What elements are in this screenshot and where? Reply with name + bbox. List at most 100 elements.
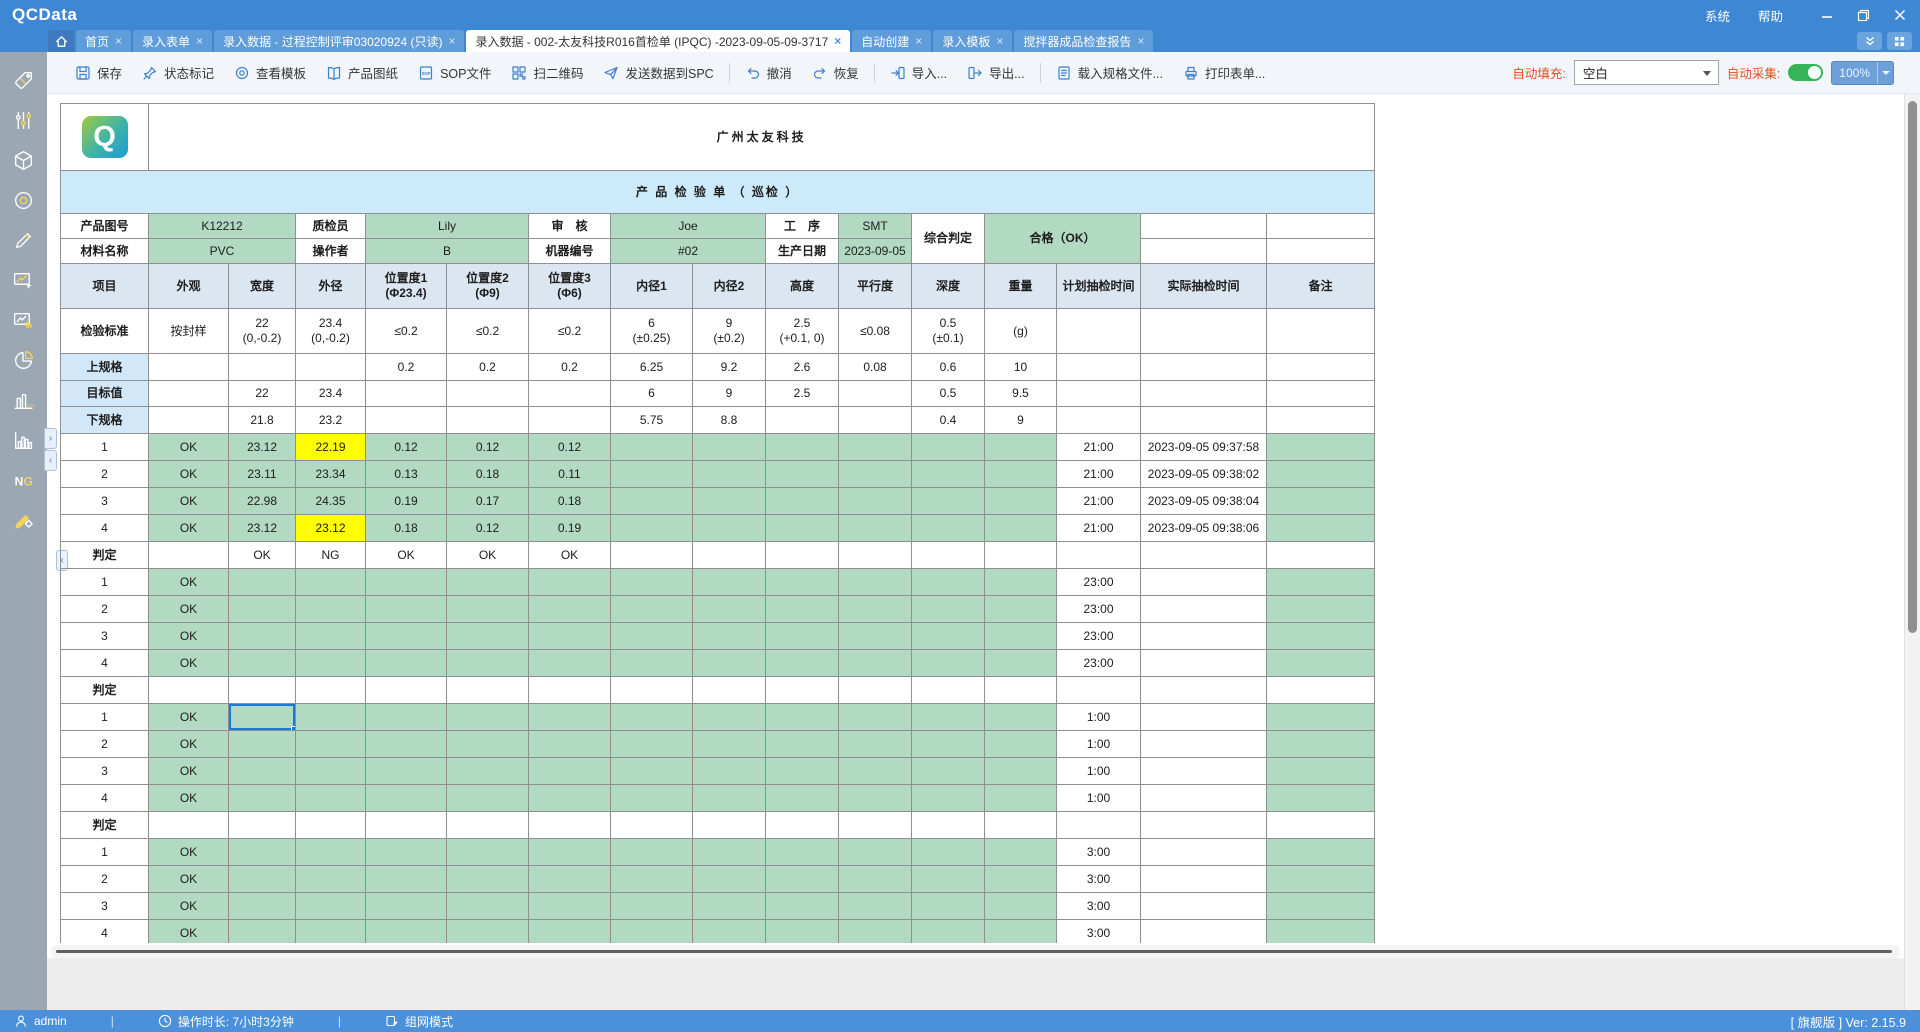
cell-b3-r1-plan-time[interactable]: 1:00 [1057, 704, 1141, 731]
cell-b1-r4-appearance[interactable]: OK [149, 515, 229, 542]
cell-b1-r2-pos2[interactable]: 0.18 [447, 461, 529, 488]
cell-b4-r2-height[interactable] [766, 866, 839, 893]
cell-b1-r1-height[interactable] [766, 434, 839, 461]
sidebar-cube-button[interactable] [4, 148, 44, 172]
info-value-1-2[interactable]: #02 [611, 239, 766, 264]
cell-b2-r3-pos2[interactable] [447, 623, 529, 650]
cell-b3-r3-pos3[interactable] [529, 758, 611, 785]
cell-b4-r1-appearance[interactable]: OK [149, 839, 229, 866]
overall-judgement-value[interactable]: 合格（OK） [985, 214, 1141, 264]
cell-b3-r3-actual-time[interactable] [1141, 758, 1267, 785]
cell-b2-r3-inner-dia2[interactable] [693, 623, 766, 650]
cell-b3-r1-note[interactable] [1267, 704, 1375, 731]
cell-b4-r3-outer-dia[interactable] [296, 893, 366, 920]
spec-0-height[interactable]: 2.6 [766, 354, 839, 381]
standard-note[interactable] [1267, 309, 1375, 354]
horizontal-scrollbar-thumb[interactable] [56, 950, 1892, 953]
cell-b4-r4-inner-dia1[interactable] [611, 920, 693, 944]
cell-b1-r2-depth[interactable] [912, 461, 985, 488]
cell-b4-r2-pos3[interactable] [529, 866, 611, 893]
horizontal-scrollbar[interactable] [51, 945, 1900, 958]
cell-b1-r2-pos3[interactable]: 0.11 [529, 461, 611, 488]
cell-b2-r2-pos2[interactable] [447, 596, 529, 623]
spec-0-pos1[interactable]: 0.2 [366, 354, 447, 381]
sidebar-image-pan-button[interactable] [4, 308, 44, 332]
spec-0-actual-time[interactable] [1141, 354, 1267, 381]
cell-b4-r2-actual-time[interactable] [1141, 866, 1267, 893]
cell-b4-r1-inner-dia1[interactable] [611, 839, 693, 866]
cell-b3-r2-weight[interactable] [985, 731, 1057, 758]
cell-b4-r1-pos2[interactable] [447, 839, 529, 866]
cell-b4-r1-note[interactable] [1267, 839, 1375, 866]
cell-b1-r2-parallelism[interactable] [839, 461, 912, 488]
cell-b3-r2-inner-dia1[interactable] [611, 731, 693, 758]
cell-b1-r2-width[interactable]: 23.11 [229, 461, 296, 488]
cell-b3-r4-depth[interactable] [912, 785, 985, 812]
cell-b1-r2-plan-time[interactable]: 21:00 [1057, 461, 1141, 488]
judge-b3-parallelism[interactable] [839, 812, 912, 839]
spec-2-parallelism[interactable] [839, 407, 912, 434]
cell-b4-r1-inner-dia2[interactable] [693, 839, 766, 866]
judge-b2-pos2[interactable] [447, 677, 529, 704]
cell-b1-r4-actual-time[interactable]: 2023-09-05 09:38:06 [1141, 515, 1267, 542]
cell-b2-r3-outer-dia[interactable] [296, 623, 366, 650]
cell-b1-r2-weight[interactable] [985, 461, 1057, 488]
cell-b4-r3-pos2[interactable] [447, 893, 529, 920]
cell-b3-r1-width[interactable] [229, 704, 296, 731]
spec-0-parallelism[interactable]: 0.08 [839, 354, 912, 381]
sidebar-histogram-button[interactable] [4, 428, 44, 452]
cell-b4-r1-pos3[interactable] [529, 839, 611, 866]
home-tab[interactable] [48, 30, 74, 52]
cell-b2-r1-actual-time[interactable] [1141, 569, 1267, 596]
info-empty-cell[interactable] [1267, 239, 1375, 264]
cell-b3-r2-actual-time[interactable] [1141, 731, 1267, 758]
cell-b4-r3-depth[interactable] [912, 893, 985, 920]
cell-b2-r1-height[interactable] [766, 569, 839, 596]
cell-b4-r1-outer-dia[interactable] [296, 839, 366, 866]
cell-b3-r3-inner-dia1[interactable] [611, 758, 693, 785]
judge-b3-inner-dia2[interactable] [693, 812, 766, 839]
judge-b1-inner-dia1[interactable] [611, 542, 693, 569]
selection-fill-handle[interactable] [291, 726, 296, 731]
cell-b2-r1-pos2[interactable] [447, 569, 529, 596]
cell-b2-r1-weight[interactable] [985, 569, 1057, 596]
cell-b2-r1-appearance[interactable]: OK [149, 569, 229, 596]
judge-b2-plan-time[interactable] [1057, 677, 1141, 704]
judge-b1-pos1[interactable]: OK [366, 542, 447, 569]
import-button[interactable]: 导入... [880, 59, 957, 87]
cell-b1-r4-pos1[interactable]: 0.18 [366, 515, 447, 542]
spec-1-parallelism[interactable] [839, 381, 912, 407]
cell-b3-r1-inner-dia2[interactable] [693, 704, 766, 731]
tab-6[interactable]: 录入模板× [933, 30, 1012, 52]
info-value-0-3[interactable]: SMT [839, 214, 912, 239]
tab-grid-button[interactable] [1887, 32, 1912, 50]
cell-b2-r4-actual-time[interactable] [1141, 650, 1267, 677]
spec-1-actual-time[interactable] [1141, 381, 1267, 407]
spec-1-outer-dia[interactable]: 23.4 [296, 381, 366, 407]
autofill-select[interactable]: 空白 [1574, 60, 1719, 85]
cell-b3-r2-plan-time[interactable]: 1:00 [1057, 731, 1141, 758]
sidebar-tag-button[interactable] [4, 68, 44, 92]
cell-b1-r1-outer-dia[interactable]: 22.19 [296, 434, 366, 461]
cell-b4-r2-pos2[interactable] [447, 866, 529, 893]
cell-b2-r2-height[interactable] [766, 596, 839, 623]
cell-b4-r3-height[interactable] [766, 893, 839, 920]
cell-b3-r4-pos3[interactable] [529, 785, 611, 812]
tab-close-icon[interactable]: × [996, 34, 1003, 48]
spec-2-pos2[interactable] [447, 407, 529, 434]
cell-b2-r2-outer-dia[interactable] [296, 596, 366, 623]
autocollect-toggle[interactable] [1788, 64, 1823, 81]
cell-b1-r4-inner-dia1[interactable] [611, 515, 693, 542]
cell-b2-r4-note[interactable] [1267, 650, 1375, 677]
standard-parallelism[interactable]: ≤0.08 [839, 309, 912, 354]
judge-b1-depth[interactable] [912, 542, 985, 569]
cell-b4-r2-note[interactable] [1267, 866, 1375, 893]
cell-b2-r1-pos3[interactable] [529, 569, 611, 596]
spec-0-inner-dia2[interactable]: 9.2 [693, 354, 766, 381]
cell-b4-r3-width[interactable] [229, 893, 296, 920]
sidebar-pie-chart-button[interactable] [4, 348, 44, 372]
qr-code-button[interactable]: 扫二维码 [501, 59, 593, 87]
spec-2-appearance[interactable] [149, 407, 229, 434]
info-value-0-1[interactable]: Lily [366, 214, 529, 239]
cell-b2-r2-actual-time[interactable] [1141, 596, 1267, 623]
